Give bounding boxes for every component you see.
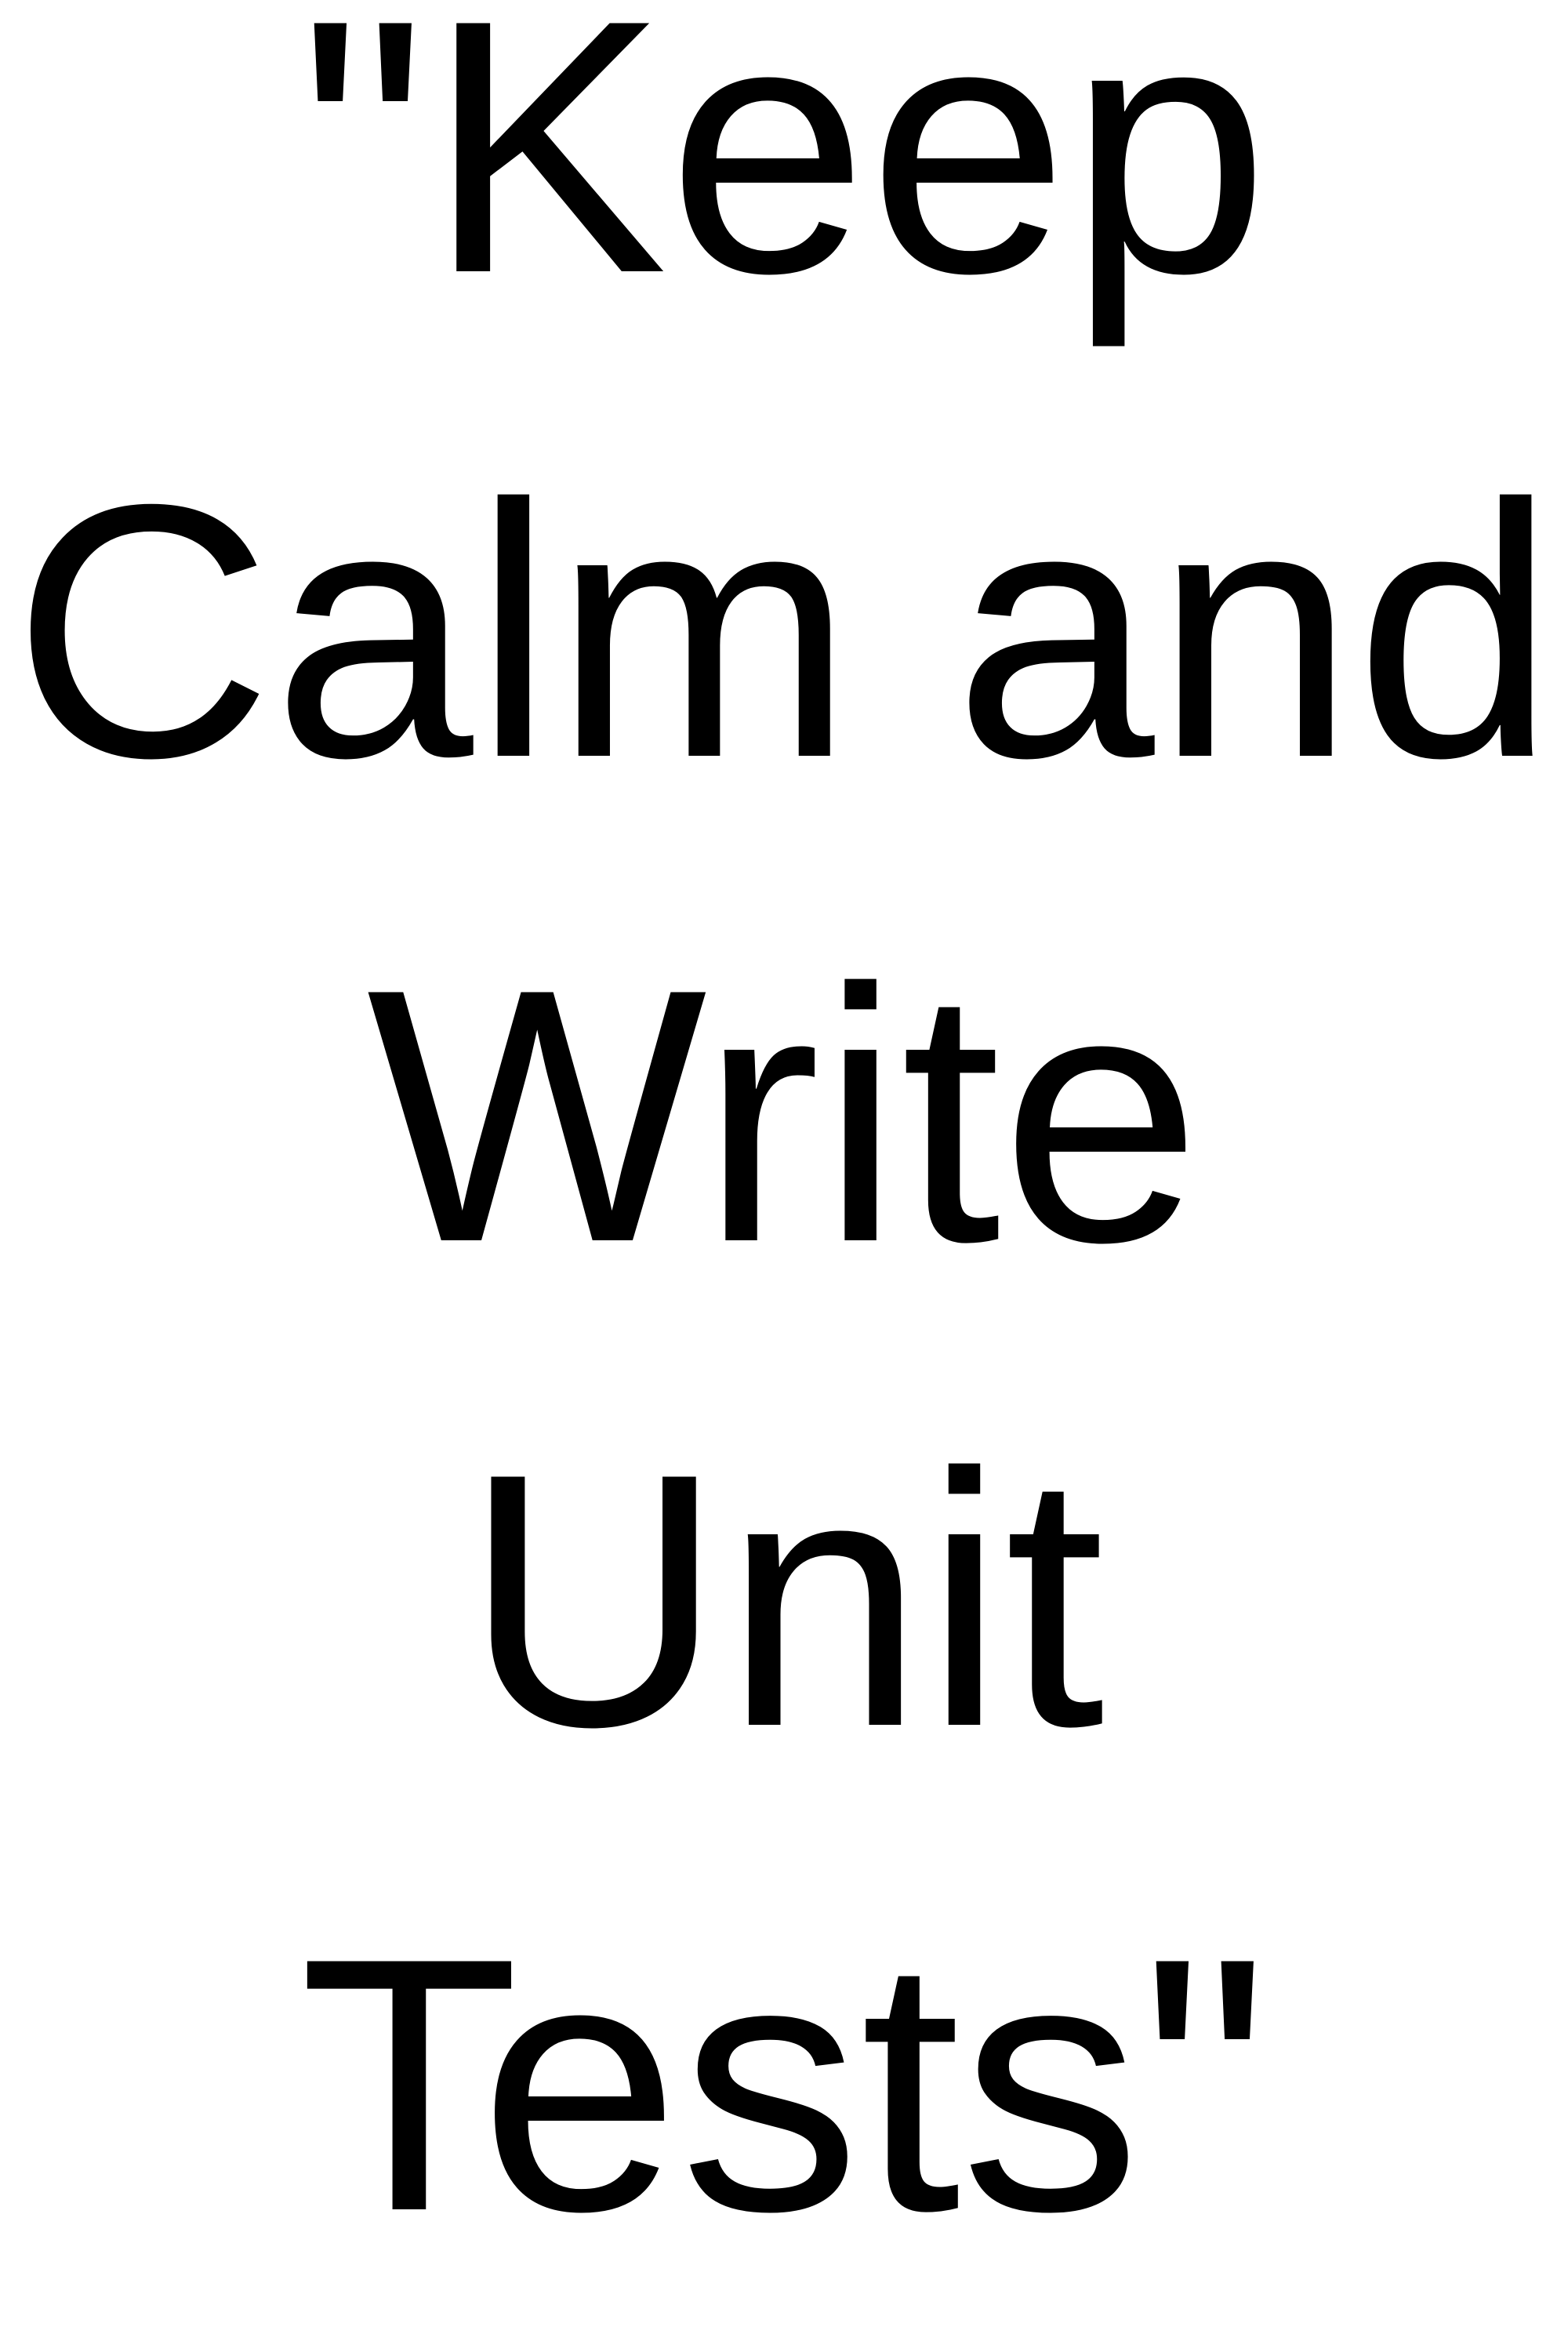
quote-line-5: Tests" xyxy=(299,1884,1269,2286)
quote-line-3: Write xyxy=(366,915,1202,1317)
quote-line-4: Unit xyxy=(463,1399,1105,1802)
quote-line-1: "Keep xyxy=(299,0,1269,348)
poster-quote: "Keep Calm and Write Unit Tests" xyxy=(0,0,1568,2352)
quote-line-2: Calm and xyxy=(12,430,1556,833)
poster-page: "Keep Calm and Write Unit Tests" xyxy=(0,0,1568,2352)
